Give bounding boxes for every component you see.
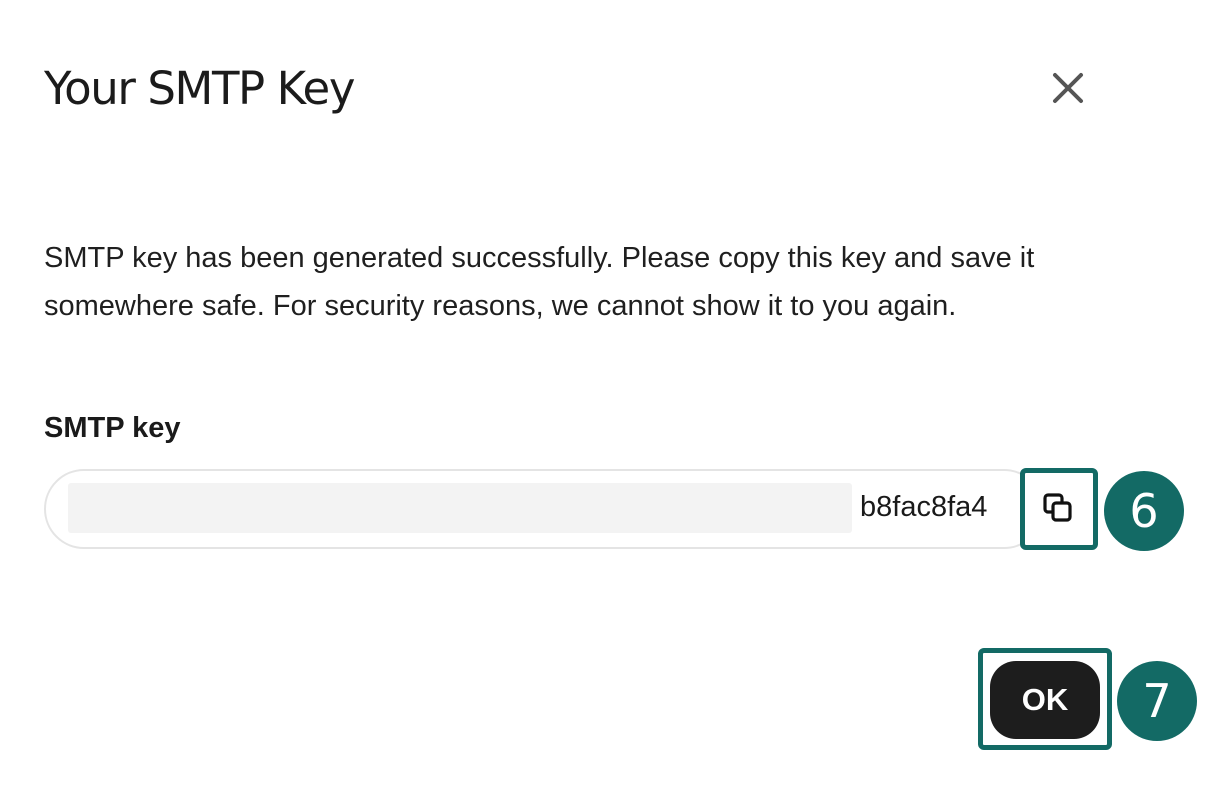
smtp-key-value: b8fac8fa4 — [860, 491, 988, 523]
dialog-title: Your SMTP Key — [44, 62, 355, 115]
smtp-key-field[interactable]: b8fac8fa4 — [44, 469, 1044, 549]
step-badge-6: 6 — [1104, 471, 1184, 551]
smtp-key-label: SMTP key — [44, 412, 181, 444]
copy-key-button[interactable] — [1020, 468, 1098, 550]
step-badge-7: 7 — [1117, 661, 1197, 741]
copy-icon — [1043, 493, 1072, 522]
ok-button-highlight: OK — [978, 648, 1112, 750]
smtp-key-masked-value — [68, 483, 852, 533]
close-icon — [1053, 73, 1083, 103]
ok-button[interactable]: OK — [990, 661, 1100, 739]
dialog-message: SMTP key has been generated successfully… — [44, 242, 1035, 322]
close-button[interactable] — [1042, 62, 1094, 114]
